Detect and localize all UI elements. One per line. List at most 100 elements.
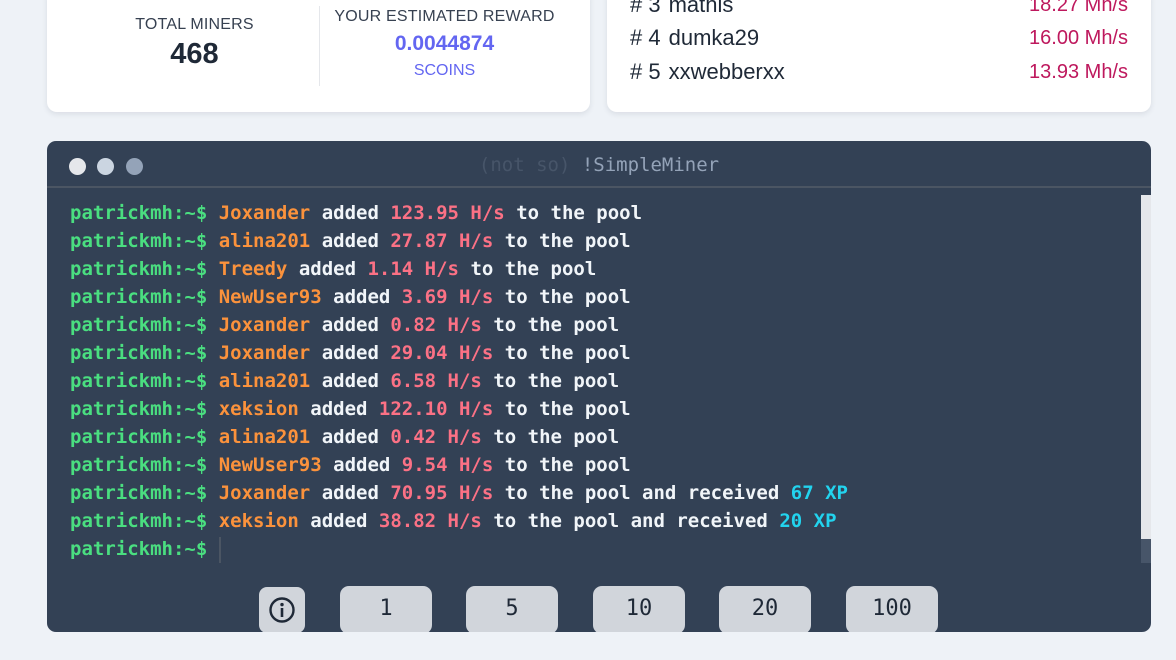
rank-number: # 5: [630, 59, 661, 84]
log-hashrate: 1.14 H/s: [367, 258, 459, 280]
log-hashrate: 0.82 H/s: [390, 314, 482, 336]
rank-username: xxwebberxx: [668, 59, 785, 84]
terminal-prompt: patrickmh:~$: [70, 202, 208, 224]
log-text: to the pool: [504, 286, 631, 308]
terminal-cursor: [219, 536, 222, 563]
log-hashrate: 27.87 H/s: [390, 230, 494, 252]
total-miners-label: TOTAL MINERS: [135, 16, 254, 33]
log-text: added: [321, 314, 379, 336]
log-text: added: [310, 398, 368, 420]
top-miner-row: # 5 xxwebberxx 13.93 Mh/s: [630, 57, 1128, 87]
top-miner-row: # 4 dumka29 16.00 Mh/s: [630, 23, 1128, 53]
terminal-line: patrickmh:~$ alina201 added 6.58 H/s to …: [70, 367, 848, 395]
terminal-line: patrickmh:~$ NewUser93 added 3.69 H/s to…: [70, 283, 848, 311]
rank-username: mathis: [668, 0, 734, 17]
log-text: to the pool and received: [504, 482, 780, 504]
log-text: added: [321, 370, 379, 392]
log-username: Treedy: [218, 258, 288, 280]
log-text: added: [321, 342, 379, 364]
amount-button-5[interactable]: 5: [466, 586, 558, 632]
stat-divider: [319, 6, 320, 86]
log-text: to the pool: [493, 426, 620, 448]
log-hashrate: 6.58 H/s: [390, 370, 482, 392]
log-text: to the pool: [504, 454, 631, 476]
log-username: alina201: [218, 230, 311, 252]
log-username: Joxander: [218, 342, 311, 364]
terminal-titlebar: (not so) !SimpleMiner: [47, 141, 1151, 188]
log-username: xeksion: [218, 398, 299, 420]
stats-card: TOTAL MINERS 468 YOUR ESTIMATED REWARD 0…: [47, 0, 590, 112]
terminal-log: patrickmh:~$ Joxander added 123.95 H/s t…: [70, 199, 848, 563]
rank-number: # 3: [630, 0, 661, 17]
terminal-prompt: patrickmh:~$: [70, 342, 208, 364]
log-username: Joxander: [218, 482, 311, 504]
terminal-line: patrickmh:~$ alina201 added 27.87 H/s to…: [70, 227, 848, 255]
log-text: to the pool: [470, 258, 597, 280]
terminal-prompt: patrickmh:~$: [70, 286, 208, 308]
terminal-prompt: patrickmh:~$: [70, 538, 208, 560]
rank-username: dumka29: [668, 25, 760, 50]
terminal-line: patrickmh:~$ xeksion added 122.10 H/s to…: [70, 395, 848, 423]
terminal-scrollbar-thumb[interactable]: [1141, 195, 1151, 539]
amount-button-20[interactable]: 20: [719, 586, 811, 632]
info-button[interactable]: [259, 587, 305, 632]
terminal-input-line[interactable]: patrickmh:~$: [70, 535, 848, 563]
log-text: to the pool and received: [493, 510, 768, 532]
log-xp: 67 XP: [790, 482, 848, 504]
log-text: to the pool: [493, 370, 620, 392]
top-miner-row: # 3 mathis 18.27 Mh/s: [630, 0, 1128, 20]
terminal-prompt: patrickmh:~$: [70, 510, 208, 532]
terminal-prompt: patrickmh:~$: [70, 314, 208, 336]
log-text: to the pool: [516, 202, 643, 224]
amount-button-1[interactable]: 1: [340, 586, 432, 632]
terminal-line: patrickmh:~$ Joxander added 70.95 H/s to…: [70, 479, 848, 507]
terminal-title-main: !SimpleMiner: [581, 154, 720, 176]
total-miners-stat: TOTAL MINERS 468: [107, 16, 282, 71]
log-text: added: [333, 454, 391, 476]
terminal-title-prefix: (not so): [478, 154, 571, 176]
terminal-prompt: patrickmh:~$: [70, 230, 208, 252]
miner-terminal[interactable]: (not so) !SimpleMiner patrickmh:~$ Joxan…: [47, 141, 1151, 632]
log-hashrate: 29.04 H/s: [390, 342, 494, 364]
rank-hashrate: 18.27 Mh/s: [1029, 0, 1128, 16]
log-text: added: [321, 202, 379, 224]
rank-number: # 4: [630, 25, 661, 50]
log-text: to the pool: [504, 230, 631, 252]
log-username: alina201: [218, 426, 311, 448]
terminal-line: patrickmh:~$ Joxander added 0.82 H/s to …: [70, 311, 848, 339]
log-text: added: [298, 258, 357, 280]
estimated-reward-unit: SCOINS: [413, 62, 476, 79]
terminal-line: patrickmh:~$ xeksion added 38.82 H/s to …: [70, 507, 848, 535]
log-xp: 20 XP: [779, 510, 837, 532]
rank-hashrate: 16.00 Mh/s: [1029, 26, 1128, 49]
estimated-reward-value: 0.0044874: [394, 32, 495, 55]
terminal-prompt: patrickmh:~$: [70, 258, 208, 280]
amount-button-100[interactable]: 100: [846, 586, 938, 632]
terminal-line: patrickmh:~$ Joxander added 29.04 H/s to…: [70, 339, 848, 367]
amount-button-10[interactable]: 10: [593, 586, 685, 632]
rank-hashrate: 13.93 Mh/s: [1029, 60, 1128, 83]
total-miners-value: 468: [170, 38, 219, 70]
terminal-line: patrickmh:~$ Joxander added 123.95 H/s t…: [70, 199, 848, 227]
log-username: Joxander: [218, 314, 311, 336]
terminal-prompt: patrickmh:~$: [70, 426, 208, 448]
terminal-prompt: patrickmh:~$: [70, 482, 208, 504]
terminal-title: (not so) !SimpleMiner: [47, 154, 1151, 176]
terminal-line: patrickmh:~$ Treedy added 1.14 H/s to th…: [70, 255, 848, 283]
log-text: added: [321, 482, 379, 504]
log-username: xeksion: [218, 510, 299, 532]
log-text: added: [310, 510, 368, 532]
terminal-prompt: patrickmh:~$: [70, 454, 208, 476]
log-hashrate: 0.42 H/s: [390, 426, 482, 448]
log-hashrate: 38.82 H/s: [378, 510, 482, 532]
log-username: Joxander: [218, 202, 311, 224]
log-text: added: [321, 426, 379, 448]
log-text: to the pool: [504, 398, 631, 420]
estimated-reward-stat: YOUR ESTIMATED REWARD 0.0044874 SCOINS: [332, 8, 557, 80]
terminal-line: patrickmh:~$ NewUser93 added 9.54 H/s to…: [70, 451, 848, 479]
log-hashrate: 9.54 H/s: [401, 454, 494, 476]
log-text: added: [333, 286, 391, 308]
log-text: to the pool: [504, 342, 631, 364]
top-miners-card: # 3 mathis 18.27 Mh/s # 4 dumka29 16.00 …: [607, 0, 1151, 112]
terminal-prompt: patrickmh:~$: [70, 370, 208, 392]
